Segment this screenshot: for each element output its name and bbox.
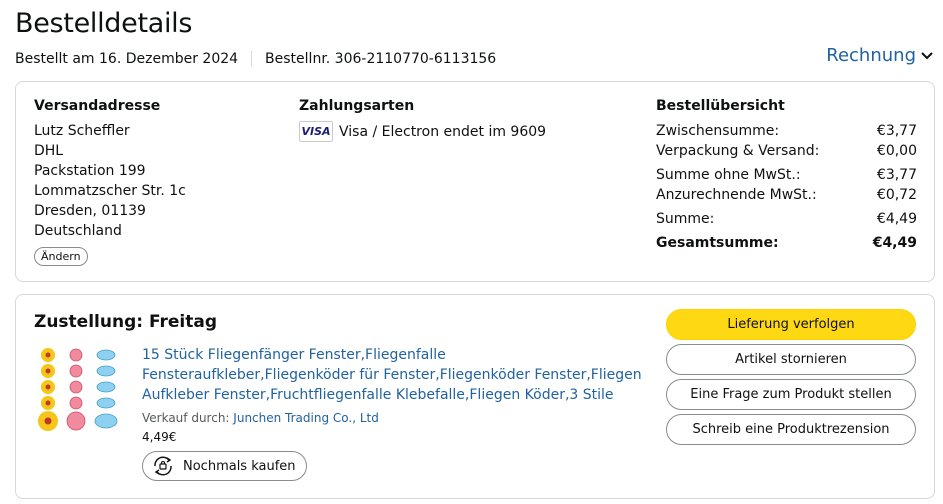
- order-summary: Bestellübersicht Zwischensumme: €3,77 Ve…: [656, 98, 917, 253]
- card-text: Visa / Electron endet im 9609: [339, 123, 547, 140]
- summary-title: Bestellübersicht: [656, 98, 785, 114]
- seller-prefix: Verkauf durch:: [142, 411, 230, 425]
- product-image[interactable]: [34, 345, 126, 433]
- product-title-link[interactable]: 15 Stück Fliegenfänger Fenster,Fliegenfa…: [142, 345, 642, 405]
- summary-row-sum: Summe: €4,49: [656, 209, 917, 229]
- summary-value: €4,49: [876, 211, 917, 227]
- write-review-button[interactable]: Schreib eine Produktrezension: [666, 414, 916, 445]
- summary-value: €3,77: [876, 123, 917, 139]
- summary-label: Summe:: [656, 211, 715, 227]
- shipping-title: Versandadresse: [34, 98, 161, 114]
- payment-title: Zahlungsarten: [299, 98, 415, 114]
- invoice-dropdown[interactable]: Rechnung: [826, 45, 933, 66]
- visa-card-icon: VISA: [299, 121, 333, 142]
- delivery-card: Zustellung: Freitag 15 Stück Fliegenfäng…: [15, 294, 935, 499]
- order-info-card: Versandadresse Lutz Scheffler DHL Packst…: [15, 81, 935, 282]
- order-meta: Bestellt am 16. Dezember 2024 Bestellnr.…: [15, 51, 496, 67]
- product-info: 15 Stück Fliegenfänger Fenster,Fliegenfa…: [142, 345, 642, 481]
- buy-again-button[interactable]: Nochmals kaufen: [142, 451, 307, 481]
- summary-label: Gesamtsumme:: [656, 235, 779, 251]
- product-price: 4,49€: [142, 430, 177, 444]
- summary-label: Summe ohne MwSt.:: [656, 167, 801, 183]
- cancel-item-button[interactable]: Artikel stornieren: [666, 344, 916, 375]
- ask-question-button[interactable]: Eine Frage zum Produkt stellen: [666, 379, 916, 410]
- seller-line: Verkauf durch: Junchen Trading Co., Ltd: [142, 411, 642, 425]
- summary-row-total: Gesamtsumme: €4,49: [656, 233, 917, 253]
- chevron-down-icon: [921, 51, 933, 59]
- order-date: Bestellt am 16. Dezember 2024: [15, 51, 239, 67]
- summary-label: Anzurechnende MwSt.:: [656, 187, 817, 203]
- summary-row-vat: Anzurechnende MwSt.: €0,72: [656, 185, 917, 205]
- summary-value: €3,77: [876, 167, 917, 183]
- payment-method: Zahlungsarten VISA Visa / Electron endet…: [299, 98, 599, 142]
- payment-row: VISA Visa / Electron endet im 9609: [299, 121, 599, 142]
- summary-value: €4,49: [872, 235, 917, 251]
- summary-value: €0,72: [876, 187, 917, 203]
- summary-row-subtotal: Zwischensumme: €3,77: [656, 121, 917, 141]
- address-line: DHL: [34, 143, 64, 159]
- summary-row-net: Summe ohne MwSt.: €3,77: [656, 165, 917, 185]
- page-title: Bestelldetails: [15, 8, 193, 39]
- meta-divider: [251, 51, 253, 67]
- change-address-button[interactable]: Ändern: [34, 247, 88, 266]
- address-line: Lutz Scheffler: [34, 123, 130, 139]
- delivery-title: Zustellung: Freitag: [34, 312, 217, 332]
- shipping-address: Versandadresse Lutz Scheffler DHL Packst…: [34, 98, 274, 266]
- summary-value: €0,00: [876, 143, 917, 159]
- rebuy-icon: [154, 456, 172, 476]
- buy-again-label: Nochmals kaufen: [183, 458, 296, 474]
- summary-label: Zwischensumme:: [656, 123, 780, 139]
- summary-label: Verpackung & Versand:: [656, 143, 820, 159]
- invoice-label: Rechnung: [826, 45, 916, 66]
- address-line: Packstation 199: [34, 163, 146, 179]
- address-line: Lommatzscher Str. 1c: [34, 183, 186, 199]
- summary-row-shipping: Verpackung & Versand: €0,00: [656, 141, 917, 161]
- track-delivery-button[interactable]: Lieferung verfolgen: [666, 309, 916, 340]
- address-line: Dresden, 01139: [34, 203, 146, 219]
- address-line: Deutschland: [34, 223, 122, 239]
- order-number: Bestellnr. 306-2110770-6113156: [265, 51, 497, 67]
- seller-link[interactable]: Junchen Trading Co., Ltd: [233, 411, 379, 425]
